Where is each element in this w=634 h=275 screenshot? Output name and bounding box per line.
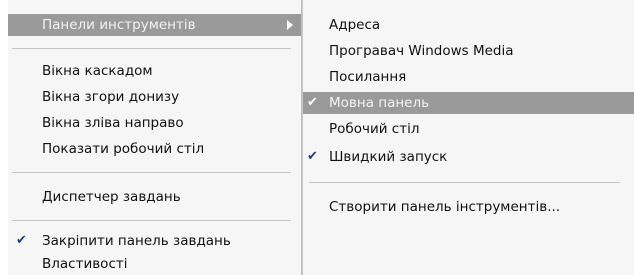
submenu-item-desktop[interactable]: Робочий стіл: [303, 118, 634, 140]
menu-item-toolbars-label: Панели инструментів: [42, 17, 196, 33]
menu-item-label: Вікна згори донизу: [42, 89, 180, 105]
submenu-item-media-player[interactable]: Програвач Windows Media: [303, 40, 634, 62]
menu-item-label: Адреса: [329, 17, 381, 33]
menu-item-stack-windows[interactable]: Вікна згори донизу: [8, 86, 301, 108]
submenu-item-language-bar[interactable]: ✔ Мовна панель: [303, 92, 634, 114]
menu-item-label: Створити панель інструментів...: [329, 199, 561, 215]
menu-item-toolbars[interactable]: Панели инструментів: [8, 14, 301, 36]
taskbar-context-menu: Панели инструментів Вікна каскадом Вікна…: [8, 0, 302, 275]
menu-item-properties[interactable]: Властивості: [8, 253, 301, 275]
checkmark-icon: ✔: [307, 95, 318, 110]
menu-item-label: Посилання: [329, 69, 407, 85]
checkmark-icon: ✔: [16, 233, 27, 248]
menu-item-label: Швидкий запуск: [329, 149, 448, 165]
submenu-item-quick-launch[interactable]: ✔ Швидкий запуск: [303, 146, 634, 168]
menu-item-task-manager[interactable]: Диспетчер завдань: [8, 186, 301, 208]
submenu-item-links[interactable]: Посилання: [303, 66, 634, 88]
menu-item-label: Програвач Windows Media: [329, 43, 514, 59]
submenu-arrow-icon: [287, 20, 293, 30]
toolbars-submenu: Адреса Програвач Windows Media Посилання…: [302, 0, 634, 275]
menu-separator: [12, 48, 291, 49]
menu-separator: [309, 182, 620, 183]
checkmark-icon: ✔: [307, 149, 318, 164]
menu-item-label: Показати робочий стіл: [42, 141, 205, 157]
menu-item-side-by-side[interactable]: Вікна зліва направо: [8, 112, 301, 134]
menu-item-label: Вікна каскадом: [42, 63, 153, 79]
submenu-item-new-toolbar[interactable]: Створити панель інструментів...: [303, 196, 634, 218]
menu-separator: [12, 220, 291, 221]
menu-item-cascade-windows[interactable]: Вікна каскадом: [8, 60, 301, 82]
menu-item-label: Вікна зліва направо: [42, 115, 184, 131]
menu-item-lock-taskbar[interactable]: ✔ Закріпити панель завдань: [8, 230, 301, 252]
menu-item-show-desktop[interactable]: Показати робочий стіл: [8, 138, 301, 160]
menu-item-label: Закріпити панель завдань: [42, 233, 231, 249]
menu-separator: [12, 172, 291, 173]
menu-item-label: Диспетчер завдань: [42, 189, 181, 205]
menu-item-label: Мовна панель: [329, 95, 430, 111]
menu-item-label: Властивості: [42, 256, 128, 272]
submenu-item-address[interactable]: Адреса: [303, 14, 634, 36]
menu-item-label: Робочий стіл: [329, 121, 420, 137]
